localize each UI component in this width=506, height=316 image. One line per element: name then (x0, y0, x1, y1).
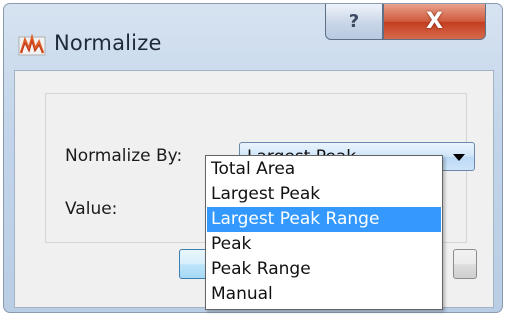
dropdown-option-largest-peak-range[interactable]: Largest Peak Range (207, 207, 441, 232)
chevron-down-icon[interactable] (453, 154, 465, 161)
app-icon (18, 34, 46, 56)
dropdown-option-largest-peak[interactable]: Largest Peak (207, 182, 441, 207)
title-bar[interactable]: Normalize ? X (4, 4, 502, 70)
normalize-by-dropdown-list: Total Area Largest Peak Largest Peak Ran… (205, 155, 443, 310)
window-title: Normalize (54, 31, 162, 55)
help-button[interactable]: ? (325, 4, 383, 40)
cancel-button[interactable] (453, 249, 477, 279)
dropdown-option-manual[interactable]: Manual (207, 282, 441, 307)
dropdown-option-peak[interactable]: Peak (207, 232, 441, 257)
help-icon: ? (348, 11, 360, 32)
value-label: Value: (65, 199, 118, 219)
dropdown-option-peak-range[interactable]: Peak Range (207, 257, 441, 282)
normalize-by-label: Normalize By: (65, 146, 183, 166)
close-icon: X (426, 9, 443, 34)
close-button[interactable]: X (383, 4, 486, 40)
dropdown-option-total-area[interactable]: Total Area (207, 157, 441, 182)
